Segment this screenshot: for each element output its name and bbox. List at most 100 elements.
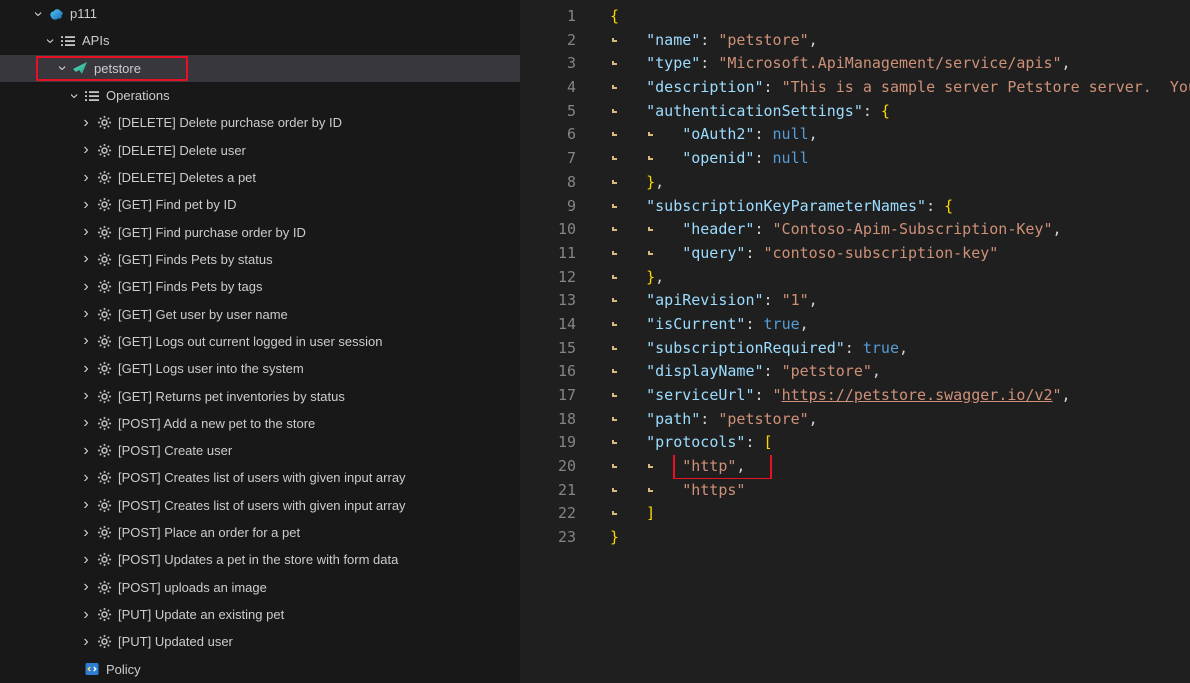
editor-line[interactable]: 23} [520,526,1190,550]
editor-line[interactable]: 20"http", [520,455,1190,479]
chevron-right-icon[interactable]: › [78,306,94,322]
chevron-down-icon[interactable]: › [42,33,58,49]
operation-label: [PUT] Update an existing pet [118,607,284,622]
editor-line[interactable]: 12}, [520,266,1190,290]
editor-line[interactable]: 10"header": "Contoso-Apim-Subscription-K… [520,218,1190,242]
chevron-right-icon[interactable]: › [78,142,94,158]
code-token: true [764,315,800,333]
policy-icon [84,661,100,677]
chevron-right-icon[interactable]: › [78,197,94,213]
code-token: "path" [646,410,700,428]
editor-line[interactable]: 19"protocols": [ [520,431,1190,455]
editor-line[interactable]: 14"isCurrent": true, [520,313,1190,337]
tree-item-operation[interactable]: › [POST] Updates a pet in the store with… [0,546,520,573]
tab-whitespace-mark [612,180,617,184]
editor-line[interactable]: 8}, [520,171,1190,195]
tree-item-operation[interactable]: › [POST] Create user [0,437,520,464]
tree-item-operation[interactable]: › [GET] Find purchase order by ID [0,219,520,246]
tree-item-operation[interactable]: › [GET] Finds Pets by tags [0,273,520,300]
code-token: "authenticationSettings" [646,102,863,120]
editor-line[interactable]: 9"subscriptionKeyParameterNames": { [520,195,1190,219]
tree-item-operation[interactable]: › [PUT] Update an existing pet [0,601,520,628]
chevron-right-icon[interactable]: › [78,443,94,459]
tab-whitespace-mark [648,251,653,255]
chevron-right-icon[interactable]: › [78,552,94,568]
code-text: "serviceUrl": "https://petstore.swagger.… [576,384,1190,408]
chevron-right-icon[interactable]: › [78,279,94,295]
chevron-right-icon[interactable]: › [78,251,94,267]
editor-line[interactable]: 7"openid": null [520,147,1190,171]
tree-item-operation[interactable]: › [GET] Returns pet inventories by statu… [0,382,520,409]
gear-icon [96,279,112,295]
operation-label: [POST] uploads an image [118,580,267,595]
chevron-right-icon[interactable]: › [78,634,94,650]
tree-item-operation[interactable]: › [PUT] Updated user [0,628,520,655]
tree-item-operation[interactable]: › [GET] Finds Pets by status [0,246,520,273]
editor-line[interactable]: 13"apiRevision": "1", [520,289,1190,313]
chevron-right-icon[interactable]: › [78,415,94,431]
line-number: 9 [520,195,576,219]
tree-item-api-petstore[interactable]: › petstore [0,55,520,82]
tree-item-operation[interactable]: › [GET] Get user by user name [0,300,520,327]
list-icon [60,33,76,49]
chevron-down-icon[interactable]: › [54,60,70,76]
operation-label: [POST] Create user [118,443,232,458]
code-token: : [863,102,881,120]
chevron-right-icon[interactable]: › [78,579,94,595]
operation-label: [POST] Updates a pet in the store with f… [118,552,398,567]
chevron-right-icon[interactable]: › [78,388,94,404]
editor-line[interactable]: 5"authenticationSettings": { [520,100,1190,124]
operation-label: [GET] Returns pet inventories by status [118,389,345,404]
json-editor[interactable]: 1{2"name": "petstore",3"type": "Microsof… [520,0,1190,683]
tree-item-operation[interactable]: › [GET] Find pet by ID [0,191,520,218]
chevron-right-icon[interactable]: › [78,497,94,513]
editor-line[interactable]: 21"https" [520,479,1190,503]
tree-item-operation[interactable]: › [GET] Logs out current logged in user … [0,328,520,355]
chevron-down-icon[interactable]: › [66,88,82,104]
editor-line[interactable]: 4"description": "This is a sample server… [520,76,1190,100]
editor-line[interactable]: 15"subscriptionRequired": true, [520,337,1190,361]
tree-item-operation[interactable]: › [POST] Creates list of users with give… [0,464,520,491]
tree-item-operation[interactable]: › [POST] Place an order for a pet [0,519,520,546]
tree-item-operation[interactable]: › [DELETE] Deletes a pet [0,164,520,191]
chevron-right-icon[interactable]: › [78,470,94,486]
tree-item-operation[interactable]: › [GET] Logs user into the system [0,355,520,382]
code-token: "This is a sample server Petstore server… [782,78,1190,96]
editor-line[interactable]: 3"type": "Microsoft.ApiManagement/servic… [520,52,1190,76]
chevron-down-icon[interactable]: › [30,6,46,22]
gear-icon [96,579,112,595]
tree-item-operation[interactable]: › [POST] Creates list of users with give… [0,492,520,519]
editor-line[interactable]: 1{ [520,5,1190,29]
code-token: : [926,197,944,215]
tree-item-operation[interactable]: › [DELETE] Delete purchase order by ID [0,109,520,136]
chevron-right-icon[interactable]: › [78,170,94,186]
tree-item-operations[interactable]: › Operations [0,82,520,109]
chevron-right-icon[interactable]: › [78,607,94,623]
tree-item-operation[interactable]: › [POST] uploads an image [0,574,520,601]
tree-item-policy[interactable]: › Policy [0,656,520,683]
chevron-right-icon[interactable]: › [78,115,94,131]
tree-item-apis[interactable]: › APIs [0,27,520,54]
tab-whitespace-mark [612,38,617,42]
gear-icon [96,607,112,623]
line-number: 5 [520,100,576,124]
tree-item-service-p111[interactable]: › p111 [0,0,520,27]
chevron-right-icon[interactable]: › [78,224,94,240]
editor-line[interactable]: 11"query": "contoso-subscription-key" [520,242,1190,266]
editor-line[interactable]: 17"serviceUrl": "https://petstore.swagge… [520,384,1190,408]
vscode-window: › p111 › APIs [0,0,1190,683]
code-token: : [745,315,763,333]
code-token: "1" [782,291,809,309]
chevron-right-icon[interactable]: › [78,333,94,349]
editor-line[interactable]: 16"displayName": "petstore", [520,360,1190,384]
tree-item-operation[interactable]: › [POST] Add a new pet to the store [0,410,520,437]
chevron-right-icon[interactable]: › [78,525,94,541]
editor-line[interactable]: 6"oAuth2": null, [520,123,1190,147]
code-token: "petstore" [718,31,808,49]
chevron-right-icon[interactable]: › [78,361,94,377]
code-token: , [809,410,818,428]
editor-line[interactable]: 18"path": "petstore", [520,408,1190,432]
tree-item-operation[interactable]: › [DELETE] Delete user [0,137,520,164]
editor-line[interactable]: 22] [520,502,1190,526]
editor-line[interactable]: 2"name": "petstore", [520,29,1190,53]
